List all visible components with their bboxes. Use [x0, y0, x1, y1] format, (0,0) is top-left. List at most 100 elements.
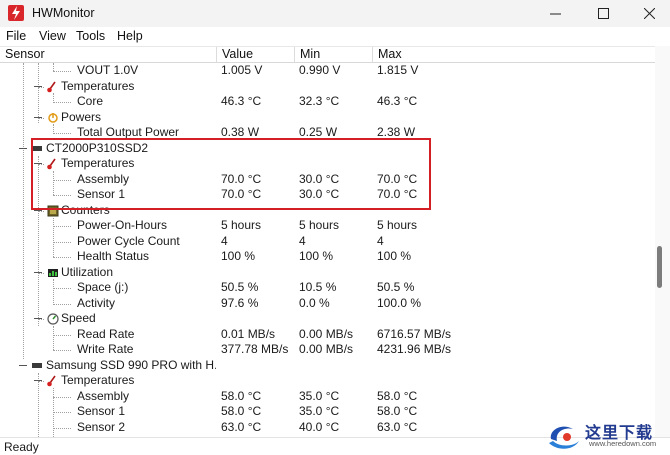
close-icon: [643, 8, 655, 19]
sensor-name: Temperatures: [61, 78, 135, 93]
collapse-toggle-icon[interactable]: [19, 364, 27, 366]
menu-view[interactable]: View: [39, 29, 66, 43]
column-max[interactable]: Max: [373, 47, 655, 63]
tree-row[interactable]: Sensor 1 58.0 °C 35.0 °C 58.0 °C: [0, 404, 655, 420]
collapse-toggle-icon[interactable]: [34, 271, 42, 273]
watermark: 这里下载 www.heredown.com: [545, 419, 663, 453]
power-icon: [48, 112, 58, 123]
sensor-value: 0.01 MB/s: [221, 326, 276, 341]
sensor-max: 58.0 °C: [377, 388, 418, 403]
collapse-toggle-icon[interactable]: [34, 380, 42, 381]
sensor-min: 32.3 °C: [299, 94, 340, 108]
sensor-min: 100 %: [299, 249, 334, 263]
scrollbar-thumb[interactable]: [657, 246, 662, 288]
tree-row[interactable]: VOUT 1.0V 1.005 V 0.990 V 1.815 V: [0, 63, 655, 79]
sensor-value: 46.3 °C: [221, 94, 262, 108]
tree-row[interactable]: Write Rate 377.78 MB/s 0.00 MB/s 4231.96…: [0, 342, 655, 358]
tree-row[interactable]: Power Cycle Count 4 4 4: [0, 234, 655, 250]
column-sensor[interactable]: Sensor: [0, 47, 217, 63]
tree-row[interactable]: Assembly 58.0 °C 35.0 °C 58.0 °C: [0, 389, 655, 405]
tree-row[interactable]: Health Status 100 % 100 % 100 %: [0, 249, 655, 265]
collapse-toggle-icon[interactable]: [34, 318, 42, 319]
title-bar: HWMonitor: [0, 0, 670, 27]
sensor-max: 100 %: [377, 249, 412, 263]
sensor-max: 1.815 V: [377, 63, 419, 77]
close-button[interactable]: [626, 0, 670, 27]
tree-row[interactable]: Read Rate 0.01 MB/s 0.00 MB/s 6716.57 MB…: [0, 327, 655, 343]
sensor-name: Powers: [61, 109, 102, 124]
sensor-max: 5 hours: [377, 218, 418, 232]
watermark-url: www.heredown.com: [589, 439, 657, 448]
sensor-value: 4: [221, 233, 228, 248]
collapse-toggle-icon[interactable]: [19, 147, 27, 149]
sensor-max: 50.5 %: [377, 280, 415, 294]
tree-row[interactable]: Space (j:) 50.5 % 10.5 % 50.5 %: [0, 280, 655, 296]
sensor-name: Power Cycle Count: [77, 233, 180, 248]
sensor-name: Assembly: [77, 388, 130, 403]
sensor-max: 46.3 °C: [377, 94, 418, 108]
sensor-max: 4: [377, 233, 384, 248]
tree-row[interactable]: Temperatures: [0, 79, 655, 95]
sensor-min: 5 hours: [299, 218, 340, 232]
sensor-min: 35.0 °C: [299, 404, 340, 418]
sensor-value: 97.6 %: [221, 295, 259, 310]
column-header: Sensor Value Min Max: [0, 46, 655, 63]
watermark-logo-icon: [549, 426, 579, 449]
sensor-min: 4: [299, 233, 306, 248]
maximize-button[interactable]: [580, 0, 626, 27]
sensor-max: 4231.96 MB/s: [377, 342, 452, 356]
tree-row[interactable]: Core 46.3 °C 32.3 °C 46.3 °C: [0, 94, 655, 110]
sensor-max: 100.0 %: [377, 295, 422, 310]
sensor-name: Core: [77, 94, 104, 108]
tree-row[interactable]: Utilization: [0, 265, 655, 281]
sensor-value: 1.005 V: [221, 63, 263, 77]
sensor-name: Read Rate: [77, 326, 135, 341]
column-value[interactable]: Value: [217, 47, 295, 63]
device-name: Samsung SSD 990 PRO with H...: [46, 357, 216, 372]
sensor-value: 377.78 MB/s: [221, 342, 289, 356]
sensor-name: VOUT 1.0V: [77, 63, 139, 77]
highlight-box: [31, 138, 431, 210]
sensor-min: 35.0 °C: [299, 388, 340, 403]
sensor-name: Space (j:): [77, 280, 129, 294]
tree-row-device[interactable]: Samsung SSD 990 PRO with H...: [0, 358, 655, 374]
sensor-name: Write Rate: [77, 342, 134, 356]
collapse-toggle-icon[interactable]: [34, 85, 42, 87]
sensor-value: 50.5 %: [221, 280, 259, 294]
drive-icon: [32, 362, 42, 368]
menu-tools[interactable]: Tools: [76, 29, 105, 43]
vertical-scrollbar[interactable]: [655, 46, 670, 437]
tree-row[interactable]: Activity 97.6 % 0.0 % 100.0 %: [0, 296, 655, 312]
collapse-toggle-icon[interactable]: [34, 116, 42, 118]
sensor-value: 58.0 °C: [221, 404, 262, 418]
hwmonitor-logo-icon: [8, 5, 24, 21]
utilization-icon: [48, 268, 58, 277]
tree-row[interactable]: Powers: [0, 110, 655, 126]
sensor-min: 0.00 MB/s: [299, 326, 354, 341]
sensor-min: 40.0 °C: [299, 419, 340, 434]
sensor-name: Health Status: [77, 249, 150, 263]
status-text: Ready: [4, 440, 39, 454]
tree-row[interactable]: Power-On-Hours 5 hours 5 hours 5 hours: [0, 218, 655, 234]
tree-row[interactable]: Temperatures: [0, 373, 655, 389]
sensor-min: 0.990 V: [299, 63, 341, 77]
sensor-min: 0.0 %: [299, 295, 330, 310]
minimize-icon: [549, 13, 561, 15]
menu-help[interactable]: Help: [117, 29, 143, 43]
menu-file[interactable]: File: [6, 29, 26, 43]
sensor-name: Utilization: [61, 264, 114, 279]
column-min[interactable]: Min: [295, 47, 373, 63]
sensor-value: 58.0 °C: [221, 388, 262, 403]
sensor-name: Power-On-Hours: [77, 218, 168, 232]
minimize-button[interactable]: [532, 0, 578, 27]
sensor-name: Sensor 2: [77, 419, 126, 434]
tree-row[interactable]: Speed: [0, 311, 655, 327]
sensor-tree: VOUT 1.0V 1.005 V 0.990 V 1.815 V Temper…: [0, 63, 655, 437]
sensor-value: 63.0 °C: [221, 419, 262, 434]
sensor-min: 0.00 MB/s: [299, 342, 354, 356]
sensor-value: 100 %: [221, 249, 256, 263]
sensor-value: 5 hours: [221, 218, 262, 232]
thermometer-icon: [47, 375, 56, 387]
sensor-min: 10.5 %: [299, 280, 337, 294]
maximize-icon: [597, 8, 609, 19]
